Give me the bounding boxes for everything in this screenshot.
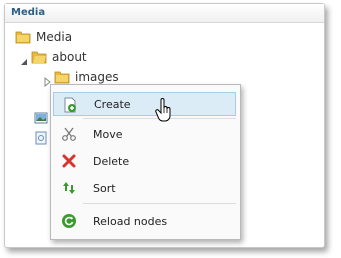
- reload-icon: [61, 213, 77, 229]
- tree-node-media[interactable]: Media: [15, 28, 72, 46]
- panel-header: Media: [5, 4, 324, 23]
- menu-item-label: Create: [94, 97, 131, 111]
- tree-node-label: images: [75, 70, 119, 84]
- tree-node-label: about: [52, 50, 87, 64]
- menu-item-reload-nodes[interactable]: Reload nodes: [53, 209, 236, 233]
- folder-icon: [15, 29, 31, 45]
- menu-item-label: Move: [93, 127, 123, 141]
- menu-item-sort[interactable]: Sort: [53, 176, 236, 200]
- collapsed-arrow-icon[interactable]: [42, 72, 52, 88]
- file-icon[interactable]: [34, 130, 48, 145]
- scissors-icon: [61, 126, 77, 142]
- tree-node-label: Media: [36, 30, 73, 44]
- tree-node-about[interactable]: about: [19, 48, 87, 66]
- create-page-icon: [62, 97, 78, 113]
- folder-icon: [54, 69, 70, 85]
- menu-separator: [83, 203, 236, 204]
- menu-item-label: Delete: [93, 154, 130, 168]
- sort-arrows-icon: [61, 180, 77, 196]
- image-file-icon[interactable]: [34, 110, 48, 124]
- hand-cursor-icon: [155, 98, 173, 122]
- menu-item-label: Sort: [93, 181, 116, 195]
- folder-open-icon: [31, 49, 47, 65]
- menu-item-create[interactable]: Create: [53, 92, 236, 116]
- menu-item-move[interactable]: Move: [53, 122, 236, 146]
- menu-item-label: Reload nodes: [93, 214, 168, 228]
- delete-x-icon: [61, 153, 77, 169]
- panel-title: Media: [11, 7, 46, 18]
- context-menu: Create Move Delete Sort Reload nodes: [50, 84, 241, 240]
- menu-item-delete[interactable]: Delete: [53, 149, 236, 173]
- expanded-arrow-icon[interactable]: [19, 52, 29, 65]
